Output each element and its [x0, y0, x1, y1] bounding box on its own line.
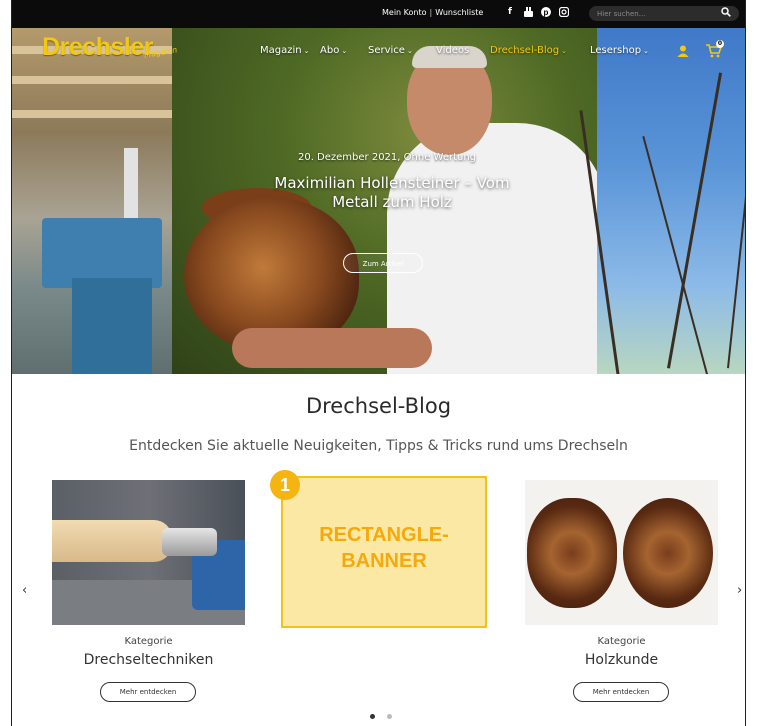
- cart-count-badge: 0: [716, 40, 724, 48]
- nav-abo[interactable]: Abo ⌄: [320, 45, 347, 56]
- category-name[interactable]: Drechseltechniken: [52, 652, 245, 668]
- account-links: Mein Konto | Wunschliste: [382, 8, 483, 17]
- svg-text:p: p: [544, 8, 549, 17]
- shelf: [12, 76, 172, 84]
- mehr-entdecken-button[interactable]: Mehr entdecken: [100, 682, 196, 702]
- link-separator: |: [429, 8, 433, 17]
- facebook-icon[interactable]: f: [505, 7, 515, 20]
- chevron-down-icon: ⌄: [643, 47, 649, 55]
- social-links: f p: [505, 6, 570, 20]
- lathe-stand: [72, 278, 152, 374]
- carousel-next-arrow[interactable]: ›: [737, 583, 742, 598]
- shelf: [12, 110, 172, 118]
- chevron-down-icon: ⌄: [303, 47, 310, 55]
- category-image-drechseltechniken[interactable]: [52, 480, 245, 625]
- search-icon[interactable]: [721, 7, 731, 17]
- lathe-chuck: [162, 528, 217, 556]
- nav-magazin[interactable]: Magazin ⌄: [260, 45, 309, 56]
- wunschliste-link[interactable]: Wunschliste: [435, 8, 483, 17]
- category-label: Kategorie: [124, 636, 173, 647]
- search-box[interactable]: [589, 6, 739, 21]
- rectangle-banner-placeholder: RECTANGLE- BANNER: [281, 476, 487, 628]
- top-bar: Mein Konto | Wunschliste f p: [12, 0, 745, 28]
- chevron-down-icon: ⌄: [561, 47, 567, 55]
- branch: [727, 89, 745, 369]
- user-icon[interactable]: [677, 45, 689, 57]
- mein-konto-link[interactable]: Mein Konto: [382, 8, 427, 17]
- branch: [642, 136, 709, 374]
- search-input[interactable]: [597, 7, 707, 20]
- hero-date: 20. Dezember 2021, Ohne Wertung: [297, 152, 477, 163]
- chevron-down-icon: ⌄: [341, 47, 348, 55]
- hero-workshop-image: [12, 28, 172, 374]
- page-frame: Mein Konto|Wunschliste f p Drechsler Mag…: [11, 0, 746, 726]
- instagram-icon[interactable]: [558, 6, 570, 20]
- site-logo[interactable]: Drechsler: [42, 33, 153, 62]
- annotation-badge: 1: [270, 470, 300, 500]
- nav-lesershop[interactable]: Lesershop ⌄: [590, 45, 649, 56]
- nav-drechsel-blog[interactable]: Drechsel-Blog ⌄: [490, 45, 567, 56]
- banner-text: RECTANGLE- BANNER: [319, 524, 449, 572]
- wood-workpiece: [52, 520, 172, 562]
- arm: [232, 328, 432, 368]
- chevron-down-icon: ⌄: [406, 47, 413, 55]
- section-subtitle: Entdecken Sie aktuelle Neuigkeiten, Tipp…: [129, 438, 628, 454]
- carousel-pagination: [370, 714, 392, 719]
- category-image-holzkunde[interactable]: [525, 480, 718, 625]
- pagination-dot-active[interactable]: [370, 714, 375, 719]
- nav-videos[interactable]: Videos: [436, 45, 469, 56]
- wood-slice: [623, 498, 713, 608]
- hero-tree-image: [579, 28, 745, 374]
- hero-title[interactable]: Maximilian Hollensteiner – Vom Metall zu…: [272, 174, 512, 212]
- category-label: Kategorie: [597, 636, 646, 647]
- nav-service[interactable]: Service ⌄: [368, 45, 413, 56]
- carousel-prev-arrow[interactable]: ‹: [22, 583, 27, 598]
- pinterest-icon[interactable]: p: [541, 7, 551, 20]
- wood-slice: [527, 498, 617, 608]
- section-title: Drechsel-Blog: [305, 394, 452, 418]
- youtube-icon[interactable]: [523, 7, 533, 20]
- mehr-entdecken-button[interactable]: Mehr entdecken: [573, 682, 669, 702]
- pagination-dot[interactable]: [387, 714, 392, 719]
- category-name[interactable]: Holzkunde: [525, 652, 718, 668]
- hero-article-button[interactable]: Zum Artikel: [343, 253, 423, 273]
